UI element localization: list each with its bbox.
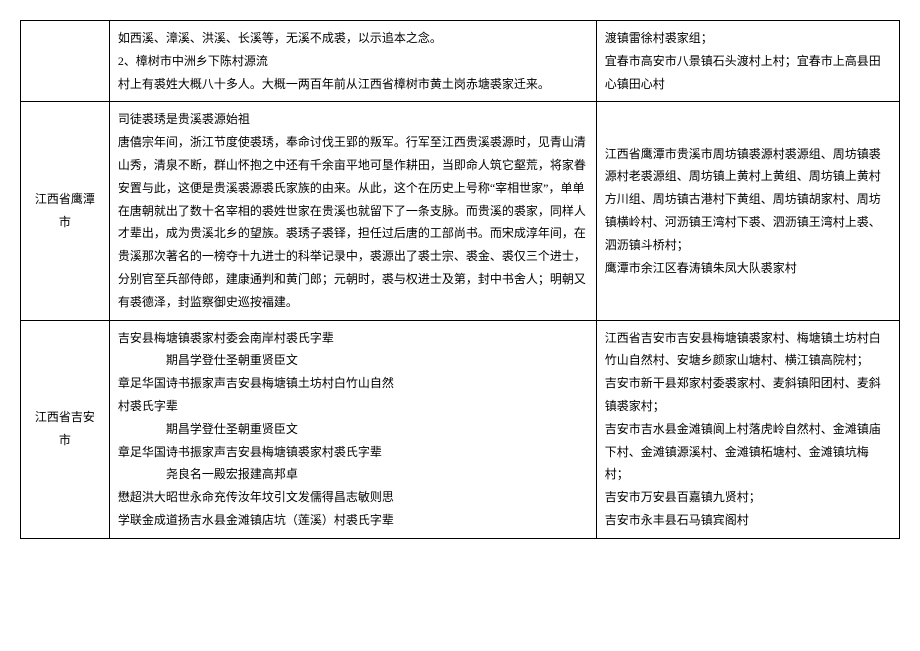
region-cell: 江西省鹰潭市	[21, 102, 110, 320]
places-cell: 江西省吉安市吉安县梅塘镇裘家村、梅塘镇土坊村白竹山自然村、安塘乡颜家山塘村、横江…	[596, 320, 899, 538]
region-cell	[21, 21, 110, 102]
description-cell: 如西溪、漳溪、洪溪、长溪等，无溪不成裘，以示追本之念。2、樟树市中洲乡下陈村源流…	[109, 21, 596, 102]
table-row: 如西溪、漳溪、洪溪、长溪等，无溪不成裘，以示追本之念。2、樟树市中洲乡下陈村源流…	[21, 21, 900, 102]
genealogy-table: 如西溪、漳溪、洪溪、长溪等，无溪不成裘，以示追本之念。2、樟树市中洲乡下陈村源流…	[20, 20, 900, 539]
places-cell: 江西省鹰潭市贵溪市周坊镇裘源村裘源组、周坊镇裘源村老裘源组、周坊镇上黄村上黄组、…	[596, 102, 899, 320]
description-cell: 司徒裘琇是贵溪裘源始祖唐僖宗年间，浙江节度使裘琇，奉命讨伐王郢的叛军。行军至江西…	[109, 102, 596, 320]
table-row: 江西省鹰潭市 司徒裘琇是贵溪裘源始祖唐僖宗年间，浙江节度使裘琇，奉命讨伐王郢的叛…	[21, 102, 900, 320]
table-row: 江西省吉安市 吉安县梅塘镇裘家村委会南岸村裘氏字辈期昌学登仕圣朝重贤臣文章足华国…	[21, 320, 900, 538]
places-cell: 渡镇雷徐村裘家组；宜春市高安市八景镇石头渡村上村；宜春市上高县田心镇田心村	[596, 21, 899, 102]
region-cell: 江西省吉安市	[21, 320, 110, 538]
description-cell: 吉安县梅塘镇裘家村委会南岸村裘氏字辈期昌学登仕圣朝重贤臣文章足华国诗书振家声吉安…	[109, 320, 596, 538]
